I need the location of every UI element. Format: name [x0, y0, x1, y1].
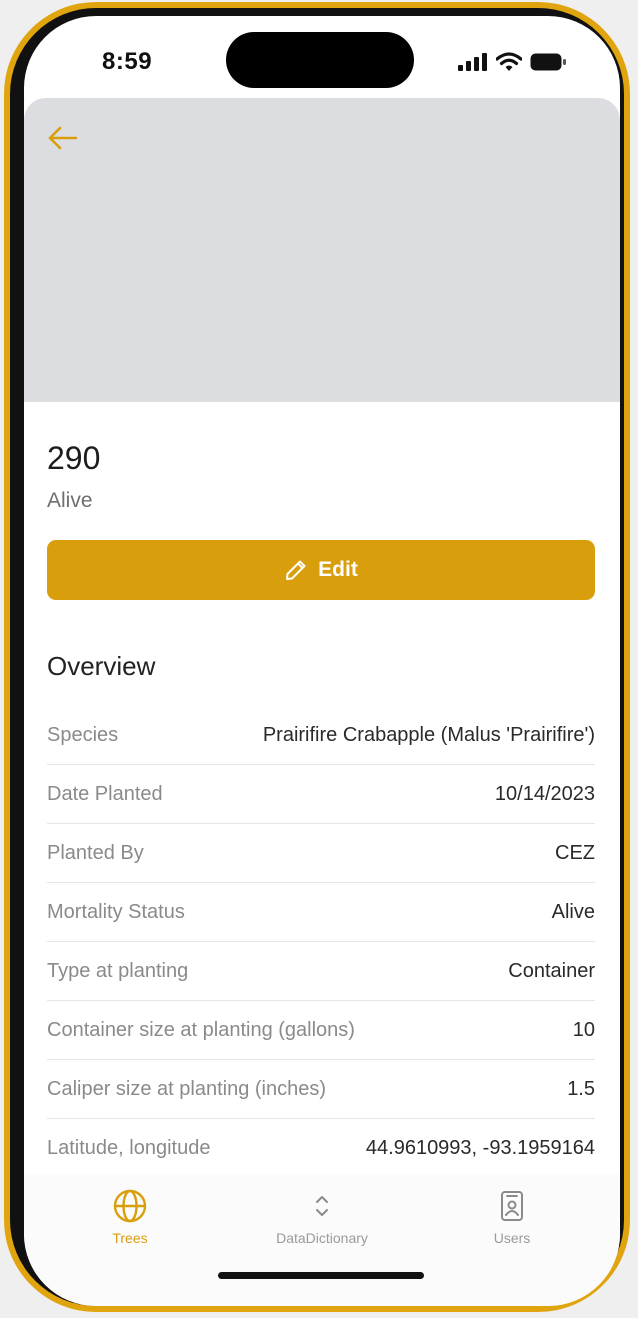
edit-button[interactable]: Edit — [47, 540, 595, 600]
pencil-icon — [286, 560, 306, 580]
overview-row-lat-long: Latitude, longitude 44.9610993, -93.1959… — [47, 1119, 595, 1178]
tab-datadictionary[interactable]: DataDictionary — [262, 1188, 382, 1246]
phone-frame: 8:59 290 Alive Edit Overview Species Pra… — [4, 2, 630, 1312]
tree-detail: 290 Alive Edit Overview Species Prairifi… — [47, 402, 595, 1178]
overview-row-type-at-planting: Type at planting Container — [47, 942, 595, 1001]
globe-icon — [113, 1189, 147, 1223]
row-label: Container size at planting (gallons) — [47, 1018, 355, 1041]
row-label: Species — [47, 723, 119, 746]
overview-row-species: Species Prairifire Crabapple (Malus 'Pra… — [47, 706, 595, 765]
overview-row-mortality-status: Mortality Status Alive — [47, 883, 595, 942]
cellular-signal-icon — [458, 53, 487, 71]
tab-trees[interactable]: Trees — [94, 1188, 166, 1246]
row-label: Latitude, longitude — [47, 1136, 211, 1159]
overview-row-planted-by: Planted By CEZ — [47, 824, 595, 883]
row-value: 44.9610993, -93.1959164 — [365, 1136, 595, 1159]
row-value: 10/14/2023 — [494, 782, 595, 805]
overview-row-container-size: Container size at planting (gallons) 10 — [47, 1001, 595, 1060]
edit-button-label: Edit — [318, 558, 358, 581]
overview-list: Species Prairifire Crabapple (Malus 'Pra… — [47, 706, 595, 1178]
user-badge-icon — [501, 1191, 523, 1221]
row-value: CEZ — [555, 841, 595, 864]
row-label: Mortality Status — [47, 900, 185, 923]
overview-row-caliper-size: Caliper size at planting (inches) 1.5 — [47, 1060, 595, 1119]
tree-status: Alive — [47, 489, 93, 512]
tree-id: 290 — [47, 440, 101, 476]
overview-title: Overview — [47, 651, 156, 681]
row-value: 10 — [572, 1018, 595, 1041]
row-value: Container — [508, 959, 595, 982]
arrow-left-icon — [48, 126, 78, 150]
tab-bar: Trees DataDictionary Users — [24, 1174, 620, 1306]
tab-users[interactable]: Users — [482, 1188, 542, 1246]
dynamic-island — [226, 32, 414, 88]
wifi-icon — [496, 52, 522, 71]
row-value: 1.5 — [567, 1077, 595, 1100]
tab-label: DataDictionary — [276, 1230, 368, 1246]
tree-photo-placeholder — [24, 98, 620, 402]
row-label: Caliper size at planting (inches) — [47, 1077, 327, 1100]
row-value: Prairifire Crabapple (Malus 'Prairifire'… — [262, 723, 595, 746]
battery-icon — [530, 53, 566, 71]
back-button[interactable] — [42, 118, 82, 158]
status-time: 8:59 — [102, 48, 153, 75]
tab-label: Users — [493, 1230, 531, 1246]
status-icons — [458, 52, 566, 72]
row-label: Type at planting — [47, 959, 189, 982]
overview-row-date-planted: Date Planted 10/14/2023 — [47, 765, 595, 824]
home-indicator — [218, 1272, 424, 1279]
screen: 8:59 290 Alive Edit Overview Species Pra… — [24, 16, 620, 1306]
tab-label: Trees — [112, 1230, 148, 1246]
row-label: Planted By — [47, 841, 144, 864]
chevron-up-down-icon — [316, 1196, 328, 1216]
row-label: Date Planted — [47, 782, 163, 805]
row-value: Alive — [551, 900, 595, 923]
